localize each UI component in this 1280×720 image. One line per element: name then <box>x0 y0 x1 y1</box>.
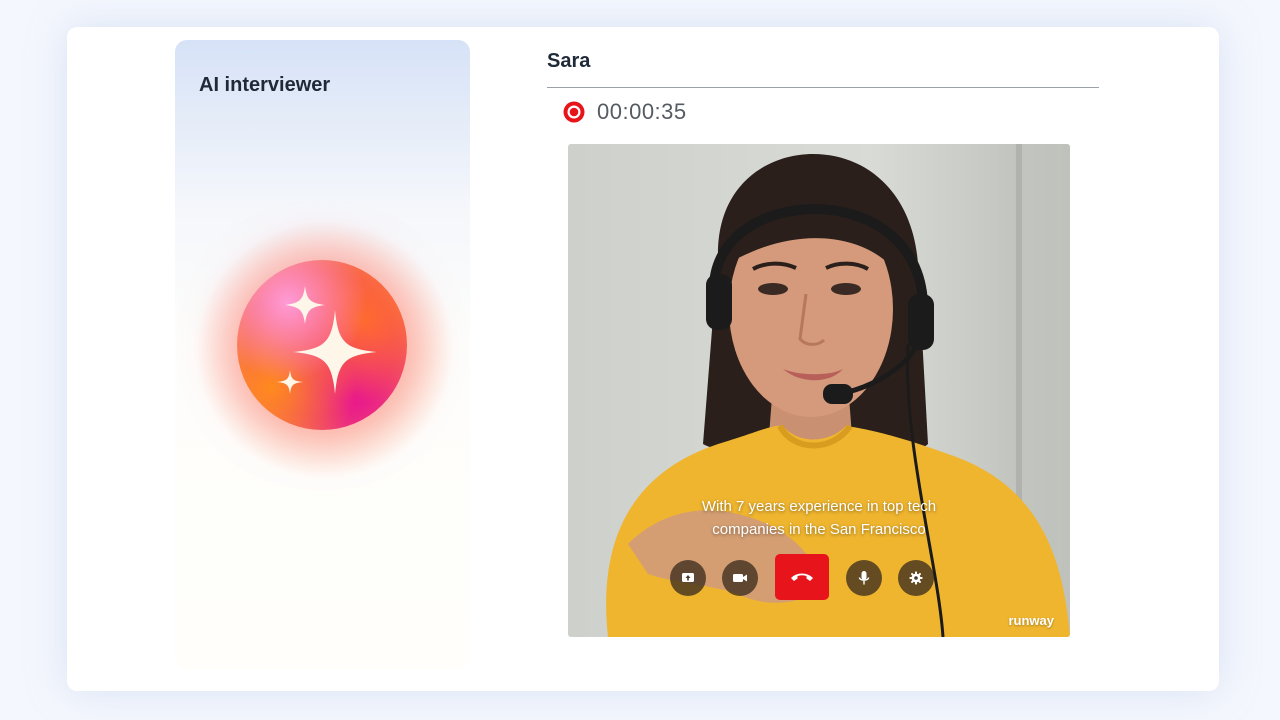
end-call-button[interactable] <box>775 554 829 600</box>
record-icon <box>563 101 585 123</box>
ai-interviewer-panel: AI interviewer <box>175 40 470 670</box>
caller-name: Sara <box>547 50 591 72</box>
runway-watermark: runway <box>1008 613 1054 628</box>
share-screen-button[interactable] <box>670 560 706 596</box>
microphone-button[interactable] <box>846 560 882 596</box>
video-feed: With 7 years experience in top tech comp… <box>568 144 1070 637</box>
settings-button[interactable] <box>898 560 934 596</box>
caption-line-1: With 7 years experience in top tech <box>701 498 937 515</box>
recording-status: 00:00:35 <box>563 99 687 124</box>
ai-orb <box>237 260 407 430</box>
sparkle-icon <box>277 286 377 394</box>
phone-hangup-icon <box>791 573 813 581</box>
panel-title: AI interviewer <box>199 74 331 96</box>
video-camera-icon <box>733 574 747 582</box>
caption-line-2: companies in the San Francisco <box>712 521 926 538</box>
header-divider <box>547 87 1099 88</box>
gear-icon <box>909 571 923 585</box>
share-screen-icon <box>682 573 694 582</box>
microphone-icon <box>858 571 870 585</box>
call-controls <box>568 554 1070 602</box>
camera-button[interactable] <box>722 560 758 596</box>
call-timer: 00:00:35 <box>597 99 687 124</box>
